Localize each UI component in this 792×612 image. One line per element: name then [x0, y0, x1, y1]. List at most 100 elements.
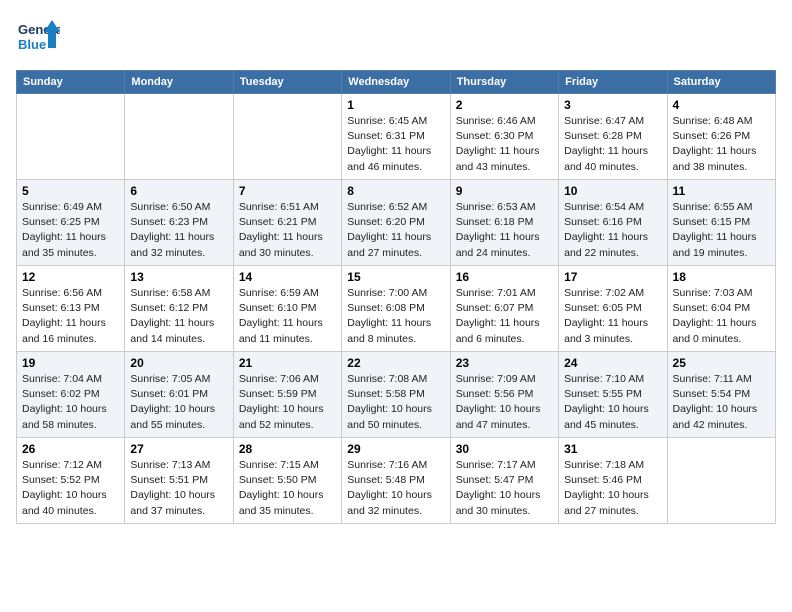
calendar-cell: 22 Sunrise: 7:08 AM Sunset: 5:58 PM Dayli…: [342, 352, 450, 438]
calendar-cell: 18Sunrise: 7:03 AM Sunset: 6:04 PM Dayli…: [667, 266, 775, 352]
day-number: 1: [347, 98, 444, 112]
calendar-cell: 31 Sunrise: 7:18 AM Sunset: 5:46 PM Dayli…: [559, 438, 667, 524]
day-number: 8: [347, 184, 444, 198]
calendar-cell: 1 Sunrise: 6:45 AM Sunset: 6:31 PM Daylig…: [342, 94, 450, 180]
page-header: General Blue: [16, 16, 776, 60]
calendar-week-row: 19 Sunrise: 7:04 AM Sunset: 6:02 PM Dayli…: [17, 352, 776, 438]
calendar-cell: 3 Sunrise: 6:47 AM Sunset: 6:28 PM Daylig…: [559, 94, 667, 180]
day-number: 30: [456, 442, 553, 456]
day-number: 3: [564, 98, 661, 112]
calendar-cell: 9 Sunrise: 6:53 AM Sunset: 6:18 PM Daylig…: [450, 180, 558, 266]
day-number: 27: [130, 442, 227, 456]
calendar-week-row: 1 Sunrise: 6:45 AM Sunset: 6:31 PM Daylig…: [17, 94, 776, 180]
calendar-week-row: 26 Sunrise: 7:12 AM Sunset: 5:52 PM Dayli…: [17, 438, 776, 524]
day-info: Sunrise: 7:18 AM Sunset: 5:46 PM Dayligh…: [564, 458, 661, 519]
day-info: Sunrise: 7:16 AM Sunset: 5:48 PM Dayligh…: [347, 458, 444, 519]
day-info: Sunrise: 6:54 AM Sunset: 6:16 PM Dayligh…: [564, 200, 661, 261]
calendar-cell: 21Sunrise: 7:06 AM Sunset: 5:59 PM Dayli…: [233, 352, 341, 438]
day-info: Sunrise: 6:50 AM Sunset: 6:23 PM Dayligh…: [130, 200, 227, 261]
weekday-header-tuesday: Tuesday: [233, 71, 341, 94]
day-number: 23: [456, 356, 553, 370]
calendar-cell: 12 Sunrise: 6:56 AM Sunset: 6:13 PM Dayli…: [17, 266, 125, 352]
day-info: Sunrise: 7:15 AM Sunset: 5:50 PM Dayligh…: [239, 458, 336, 519]
day-number: 15: [347, 270, 444, 284]
day-info: Sunrise: 7:01 AM Sunset: 6:07 PM Dayligh…: [456, 286, 553, 347]
day-number: 26: [22, 442, 119, 456]
calendar-cell: 5 Sunrise: 6:49 AM Sunset: 6:25 PM Daylig…: [17, 180, 125, 266]
day-number: 9: [456, 184, 553, 198]
calendar-cell: 29Sunrise: 7:16 AM Sunset: 5:48 PM Dayli…: [342, 438, 450, 524]
day-info: Sunrise: 6:45 AM Sunset: 6:31 PM Dayligh…: [347, 114, 444, 175]
calendar-week-row: 5 Sunrise: 6:49 AM Sunset: 6:25 PM Daylig…: [17, 180, 776, 266]
calendar-cell: 7Sunrise: 6:51 AM Sunset: 6:21 PM Daylig…: [233, 180, 341, 266]
logo: General Blue: [16, 16, 60, 60]
day-info: Sunrise: 7:04 AM Sunset: 6:02 PM Dayligh…: [22, 372, 119, 433]
calendar-cell: 20 Sunrise: 7:05 AM Sunset: 6:01 PM Dayli…: [125, 352, 233, 438]
day-info: Sunrise: 6:55 AM Sunset: 6:15 PM Dayligh…: [673, 200, 770, 261]
day-number: 28: [239, 442, 336, 456]
day-info: Sunrise: 7:17 AM Sunset: 5:47 PM Dayligh…: [456, 458, 553, 519]
calendar-cell: 25 Sunrise: 7:11 AM Sunset: 5:54 PM Dayli…: [667, 352, 775, 438]
day-info: Sunrise: 7:09 AM Sunset: 5:56 PM Dayligh…: [456, 372, 553, 433]
calendar-cell: 2Sunrise: 6:46 AM Sunset: 6:30 PM Daylig…: [450, 94, 558, 180]
day-info: Sunrise: 6:47 AM Sunset: 6:28 PM Dayligh…: [564, 114, 661, 175]
day-number: 25: [673, 356, 770, 370]
calendar-cell: 23 Sunrise: 7:09 AM Sunset: 5:56 PM Dayli…: [450, 352, 558, 438]
day-info: Sunrise: 7:11 AM Sunset: 5:54 PM Dayligh…: [673, 372, 770, 433]
day-number: 20: [130, 356, 227, 370]
calendar-cell: 4Sunrise: 6:48 AM Sunset: 6:26 PM Daylig…: [667, 94, 775, 180]
day-number: 7: [239, 184, 336, 198]
calendar-cell: 10 Sunrise: 6:54 AM Sunset: 6:16 PM Dayli…: [559, 180, 667, 266]
calendar-week-row: 12 Sunrise: 6:56 AM Sunset: 6:13 PM Dayli…: [17, 266, 776, 352]
calendar-cell: 11 Sunrise: 6:55 AM Sunset: 6:15 PM Dayli…: [667, 180, 775, 266]
day-info: Sunrise: 7:08 AM Sunset: 5:58 PM Dayligh…: [347, 372, 444, 433]
day-info: Sunrise: 6:49 AM Sunset: 6:25 PM Dayligh…: [22, 200, 119, 261]
day-info: Sunrise: 7:13 AM Sunset: 5:51 PM Dayligh…: [130, 458, 227, 519]
calendar-cell: 19 Sunrise: 7:04 AM Sunset: 6:02 PM Dayli…: [17, 352, 125, 438]
day-number: 2: [456, 98, 553, 112]
day-number: 11: [673, 184, 770, 198]
calendar-cell: 16 Sunrise: 7:01 AM Sunset: 6:07 PM Dayli…: [450, 266, 558, 352]
calendar-cell: 8Sunrise: 6:52 AM Sunset: 6:20 PM Daylig…: [342, 180, 450, 266]
calendar-cell: [233, 94, 341, 180]
day-number: 14: [239, 270, 336, 284]
day-number: 12: [22, 270, 119, 284]
calendar-cell: 27 Sunrise: 7:13 AM Sunset: 5:51 PM Dayli…: [125, 438, 233, 524]
weekday-header-wednesday: Wednesday: [342, 71, 450, 94]
day-number: 4: [673, 98, 770, 112]
day-number: 19: [22, 356, 119, 370]
day-number: 17: [564, 270, 661, 284]
day-number: 16: [456, 270, 553, 284]
day-info: Sunrise: 6:53 AM Sunset: 6:18 PM Dayligh…: [456, 200, 553, 261]
day-number: 22: [347, 356, 444, 370]
calendar-cell: 17Sunrise: 7:02 AM Sunset: 6:05 PM Dayli…: [559, 266, 667, 352]
calendar-cell: 6 Sunrise: 6:50 AM Sunset: 6:23 PM Daylig…: [125, 180, 233, 266]
weekday-header-saturday: Saturday: [667, 71, 775, 94]
day-number: 6: [130, 184, 227, 198]
day-info: Sunrise: 7:06 AM Sunset: 5:59 PM Dayligh…: [239, 372, 336, 433]
day-number: 5: [22, 184, 119, 198]
day-info: Sunrise: 7:00 AM Sunset: 6:08 PM Dayligh…: [347, 286, 444, 347]
calendar-cell: 30 Sunrise: 7:17 AM Sunset: 5:47 PM Dayli…: [450, 438, 558, 524]
day-number: 24: [564, 356, 661, 370]
weekday-header-monday: Monday: [125, 71, 233, 94]
day-info: Sunrise: 6:56 AM Sunset: 6:13 PM Dayligh…: [22, 286, 119, 347]
day-info: Sunrise: 7:10 AM Sunset: 5:55 PM Dayligh…: [564, 372, 661, 433]
day-number: 31: [564, 442, 661, 456]
day-info: Sunrise: 7:03 AM Sunset: 6:04 PM Dayligh…: [673, 286, 770, 347]
day-info: Sunrise: 7:05 AM Sunset: 6:01 PM Dayligh…: [130, 372, 227, 433]
day-info: Sunrise: 7:12 AM Sunset: 5:52 PM Dayligh…: [22, 458, 119, 519]
weekday-header-row: SundayMondayTuesdayWednesdayThursdayFrid…: [17, 71, 776, 94]
calendar-cell: 26 Sunrise: 7:12 AM Sunset: 5:52 PM Dayli…: [17, 438, 125, 524]
calendar-cell: [125, 94, 233, 180]
calendar-cell: 14Sunrise: 6:59 AM Sunset: 6:10 PM Dayli…: [233, 266, 341, 352]
calendar-cell: 15 Sunrise: 7:00 AM Sunset: 6:08 PM Dayli…: [342, 266, 450, 352]
calendar-cell: 28 Sunrise: 7:15 AM Sunset: 5:50 PM Dayli…: [233, 438, 341, 524]
svg-text:Blue: Blue: [18, 37, 46, 52]
calendar-cell: 24 Sunrise: 7:10 AM Sunset: 5:55 PM Dayli…: [559, 352, 667, 438]
calendar-cell: 13Sunrise: 6:58 AM Sunset: 6:12 PM Dayli…: [125, 266, 233, 352]
weekday-header-friday: Friday: [559, 71, 667, 94]
calendar-table: SundayMondayTuesdayWednesdayThursdayFrid…: [16, 70, 776, 524]
day-number: 10: [564, 184, 661, 198]
weekday-header-sunday: Sunday: [17, 71, 125, 94]
